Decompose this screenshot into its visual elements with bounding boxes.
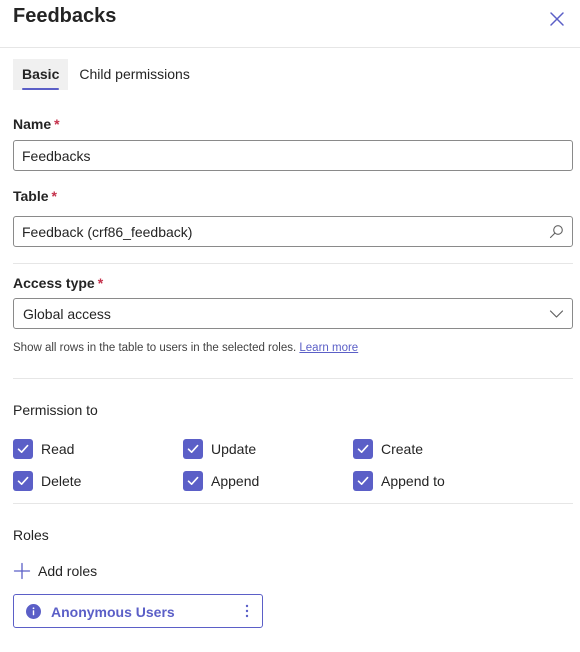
required-mark: * bbox=[54, 116, 60, 132]
more-options-icon[interactable] bbox=[240, 603, 254, 619]
table-input[interactable] bbox=[14, 217, 572, 246]
table-label-text: Table bbox=[13, 188, 49, 204]
helper-text: Show all rows in the table to users in t… bbox=[13, 342, 297, 354]
access-type-value: Global access bbox=[23, 306, 111, 322]
section-divider bbox=[13, 263, 573, 264]
name-label: Name * bbox=[13, 116, 60, 132]
tab-child-permissions[interactable]: Child permissions bbox=[70, 59, 198, 90]
close-button[interactable] bbox=[546, 8, 568, 30]
permission-delete-label: Delete bbox=[41, 473, 82, 489]
roles-label: Roles bbox=[13, 527, 49, 543]
checkmark-icon bbox=[183, 471, 203, 491]
role-chip[interactable]: Anonymous Users bbox=[13, 594, 263, 628]
checkmark-icon bbox=[13, 439, 33, 459]
chevron-down-icon bbox=[549, 306, 564, 321]
access-type-dropdown[interactable]: Global access bbox=[13, 298, 573, 329]
checkmark-icon bbox=[353, 471, 373, 491]
add-roles-button[interactable]: Add roles bbox=[13, 562, 97, 580]
name-input[interactable] bbox=[14, 141, 572, 170]
table-lookup-field[interactable] bbox=[13, 216, 573, 247]
section-divider bbox=[13, 503, 573, 504]
checkmark-icon bbox=[183, 439, 203, 459]
plus-icon bbox=[13, 562, 31, 580]
tab-basic[interactable]: Basic bbox=[13, 59, 69, 90]
access-type-label: Access type * bbox=[13, 275, 103, 291]
permission-delete-checkbox[interactable]: Delete bbox=[13, 471, 81, 491]
close-icon bbox=[546, 8, 568, 30]
permission-update-label: Update bbox=[211, 441, 257, 457]
table-label: Table * bbox=[13, 188, 57, 204]
access-type-label-text: Access type bbox=[13, 275, 95, 291]
tab-list: Basic Child permissions bbox=[13, 59, 199, 90]
role-chip-label: Anonymous Users bbox=[51, 604, 175, 620]
name-label-text: Name bbox=[13, 116, 52, 132]
search-icon[interactable] bbox=[549, 224, 564, 239]
permission-to-label: Permission to bbox=[13, 402, 98, 418]
learn-more-link[interactable]: Learn more bbox=[299, 342, 358, 354]
name-field[interactable] bbox=[13, 140, 573, 171]
checkmark-icon bbox=[13, 471, 33, 491]
required-mark: * bbox=[51, 188, 57, 204]
panel-header: Feedbacks bbox=[0, 0, 580, 48]
permission-create-label: Create bbox=[381, 441, 424, 457]
section-divider bbox=[13, 378, 573, 379]
permission-create-checkbox[interactable]: Create bbox=[353, 439, 423, 459]
info-icon bbox=[26, 604, 41, 619]
permission-append-to-checkbox[interactable]: Append to bbox=[353, 471, 445, 491]
required-mark: * bbox=[97, 275, 104, 291]
permission-read-checkbox[interactable]: Read bbox=[13, 439, 74, 459]
panel-title: Feedbacks bbox=[13, 5, 117, 27]
checkmark-icon bbox=[353, 439, 373, 459]
permission-append-checkbox[interactable]: Append bbox=[183, 471, 259, 491]
access-type-helper: Show all rows in the table to users in t… bbox=[13, 342, 358, 354]
permission-read-label: Read bbox=[41, 441, 75, 457]
add-roles-label: Add roles bbox=[38, 563, 98, 579]
permission-update-checkbox[interactable]: Update bbox=[183, 439, 256, 459]
permission-append-to-label: Append to bbox=[381, 473, 445, 489]
permission-append-label: Append bbox=[211, 473, 260, 489]
